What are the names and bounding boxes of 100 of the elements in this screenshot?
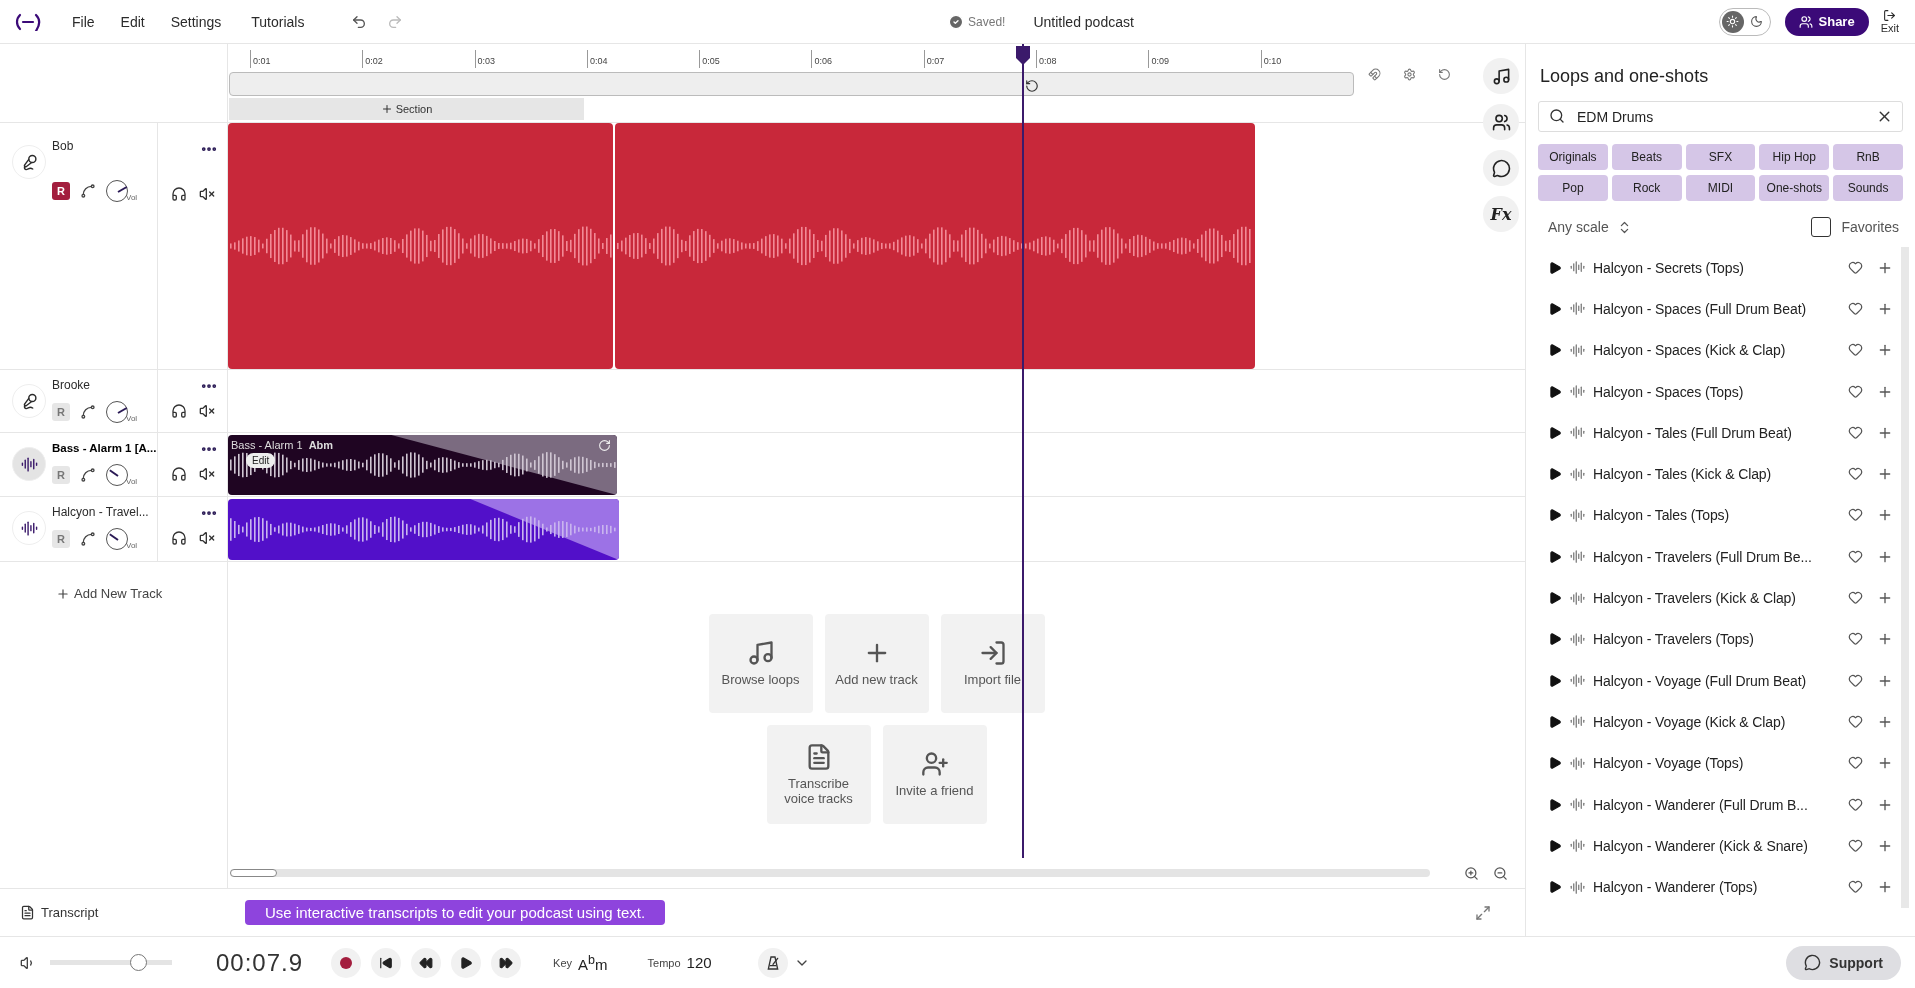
- play-icon[interactable]: [1548, 838, 1562, 853]
- playhead-handle[interactable]: [1015, 46, 1032, 66]
- action-card[interactable]: Transcribe voice tracks: [766, 725, 871, 824]
- light-mode-button[interactable]: [1721, 10, 1744, 33]
- heart-icon[interactable]: [1848, 590, 1863, 605]
- play-icon[interactable]: [1548, 549, 1562, 564]
- play-icon[interactable]: [1548, 467, 1562, 482]
- loop-title[interactable]: Halcyon - Spaces (Tops): [1593, 383, 1840, 400]
- headphones-icon[interactable]: [171, 530, 187, 546]
- filter-chip[interactable]: Originals: [1538, 144, 1608, 170]
- exit-button[interactable]: Exit: [1880, 9, 1899, 34]
- add-track-button[interactable]: Add New Track: [56, 586, 227, 601]
- filter-chip[interactable]: Sounds: [1833, 175, 1903, 201]
- headphones-icon[interactable]: [171, 466, 187, 482]
- mute-icon[interactable]: [199, 186, 215, 202]
- heart-icon[interactable]: [1848, 466, 1863, 482]
- heart-icon[interactable]: [1848, 631, 1863, 647]
- scale-dropdown[interactable]: Any scale: [1548, 219, 1632, 235]
- mute-icon[interactable]: [199, 530, 215, 546]
- record-arm-button[interactable]: R: [52, 530, 70, 548]
- action-card[interactable]: Browse loops: [708, 614, 813, 713]
- loop-title[interactable]: Halcyon - Wanderer (Kick & Snare): [1593, 837, 1840, 854]
- play-icon[interactable]: [1548, 714, 1562, 729]
- play-icon[interactable]: [1548, 343, 1562, 358]
- heart-icon[interactable]: [1848, 383, 1863, 399]
- audio-clip[interactable]: [228, 499, 619, 560]
- skip-back-button[interactable]: [371, 947, 402, 978]
- heart-icon[interactable]: [1848, 837, 1863, 853]
- side-tool-button[interactable]: [1483, 104, 1519, 140]
- loop-icon[interactable]: [1438, 67, 1451, 81]
- menu-item[interactable]: Edit: [110, 9, 155, 34]
- loop-title[interactable]: Halcyon - Spaces (Kick & Clap): [1593, 342, 1840, 359]
- side-tool-button[interactable]: [1483, 150, 1519, 186]
- play-icon[interactable]: [1548, 508, 1562, 523]
- record-arm-button[interactable]: R: [52, 403, 70, 421]
- filter-chip[interactable]: Hip Hop: [1759, 144, 1830, 170]
- loop-title[interactable]: Halcyon - Travelers (Tops): [1593, 631, 1840, 648]
- track-type-button[interactable]: [12, 145, 46, 179]
- audio-clip[interactable]: [615, 123, 1255, 369]
- side-tool-button[interactable]: [1483, 58, 1519, 94]
- heart-icon[interactable]: [1848, 755, 1863, 771]
- loop-title[interactable]: Halcyon - Voyage (Full Drum Beat): [1593, 672, 1840, 689]
- action-card[interactable]: Invite a friend: [882, 725, 987, 824]
- heart-icon[interactable]: [1848, 796, 1863, 812]
- record-arm-button[interactable]: R: [52, 182, 70, 200]
- action-card[interactable]: Add new track: [824, 614, 929, 713]
- play-icon[interactable]: [1548, 301, 1562, 316]
- play-icon[interactable]: [1548, 384, 1562, 399]
- add-icon[interactable]: [1877, 590, 1893, 606]
- play-button[interactable]: [451, 947, 482, 978]
- heart-icon[interactable]: [1848, 672, 1863, 688]
- automation-icon[interactable]: [80, 404, 96, 420]
- loop-title[interactable]: Halcyon - Spaces (Full Drum Beat): [1593, 300, 1840, 317]
- loop-title[interactable]: Halcyon - Travelers (Full Drum Be...: [1593, 548, 1840, 565]
- search-field[interactable]: EDM Drums: [1538, 101, 1903, 132]
- track-type-button[interactable]: [12, 511, 46, 545]
- menu-item[interactable]: Settings: [160, 9, 232, 34]
- track-type-button[interactable]: [12, 447, 46, 481]
- loop-title[interactable]: Halcyon - Tales (Tops): [1593, 507, 1840, 524]
- mute-icon[interactable]: [199, 403, 215, 419]
- fast-forward-button[interactable]: [491, 947, 522, 978]
- loop-title[interactable]: Halcyon - Tales (Kick & Clap): [1593, 466, 1840, 483]
- logo-icon[interactable]: [14, 12, 42, 31]
- play-icon[interactable]: [1548, 880, 1562, 895]
- tempo-value[interactable]: 120: [686, 954, 712, 971]
- record-arm-button[interactable]: R: [52, 466, 70, 484]
- play-icon[interactable]: [1548, 797, 1562, 812]
- heart-icon[interactable]: [1848, 548, 1863, 564]
- filter-chip[interactable]: Beats: [1611, 144, 1682, 170]
- transcript-button[interactable]: Transcript: [20, 905, 245, 920]
- headphones-icon[interactable]: [171, 186, 187, 202]
- automation-icon[interactable]: [80, 183, 96, 199]
- audio-clip[interactable]: [228, 123, 613, 369]
- play-icon[interactable]: [1548, 673, 1562, 688]
- filter-chip[interactable]: SFX: [1685, 144, 1756, 170]
- play-icon[interactable]: [1548, 425, 1562, 440]
- track-type-button[interactable]: [12, 384, 46, 418]
- menu-item[interactable]: File: [62, 9, 105, 34]
- heart-icon[interactable]: [1848, 342, 1863, 358]
- loop-title[interactable]: Halcyon - Wanderer (Tops): [1593, 879, 1840, 896]
- share-button[interactable]: Share: [1784, 7, 1869, 36]
- filter-chip[interactable]: MIDI: [1685, 175, 1756, 201]
- filter-chip[interactable]: Pop: [1538, 175, 1608, 201]
- loop-title[interactable]: Halcyon - Voyage (Kick & Clap): [1593, 713, 1840, 730]
- expand-icon[interactable]: [1475, 904, 1491, 921]
- audio-clip[interactable]: Bass - Alarm 1 Abm Edit: [228, 435, 617, 495]
- heart-icon[interactable]: [1848, 300, 1863, 316]
- automation-icon[interactable]: [80, 531, 96, 547]
- heart-icon[interactable]: [1848, 879, 1863, 895]
- add-section-button[interactable]: Section: [229, 98, 584, 120]
- loop-title[interactable]: Halcyon - Wanderer (Full Drum B...: [1593, 796, 1840, 813]
- headphones-icon[interactable]: [171, 403, 187, 419]
- loop-title[interactable]: Halcyon - Travelers (Kick & Clap): [1593, 590, 1840, 606]
- settings-icon[interactable]: [1403, 67, 1416, 81]
- loop-title[interactable]: Halcyon - Tales (Full Drum Beat): [1593, 424, 1840, 441]
- loop-title[interactable]: Halcyon - Voyage (Tops): [1593, 755, 1840, 772]
- zoom-in-icon[interactable]: [1464, 865, 1479, 881]
- heart-icon[interactable]: [1848, 259, 1863, 275]
- heart-icon[interactable]: [1848, 424, 1863, 440]
- heart-icon[interactable]: [1848, 713, 1863, 729]
